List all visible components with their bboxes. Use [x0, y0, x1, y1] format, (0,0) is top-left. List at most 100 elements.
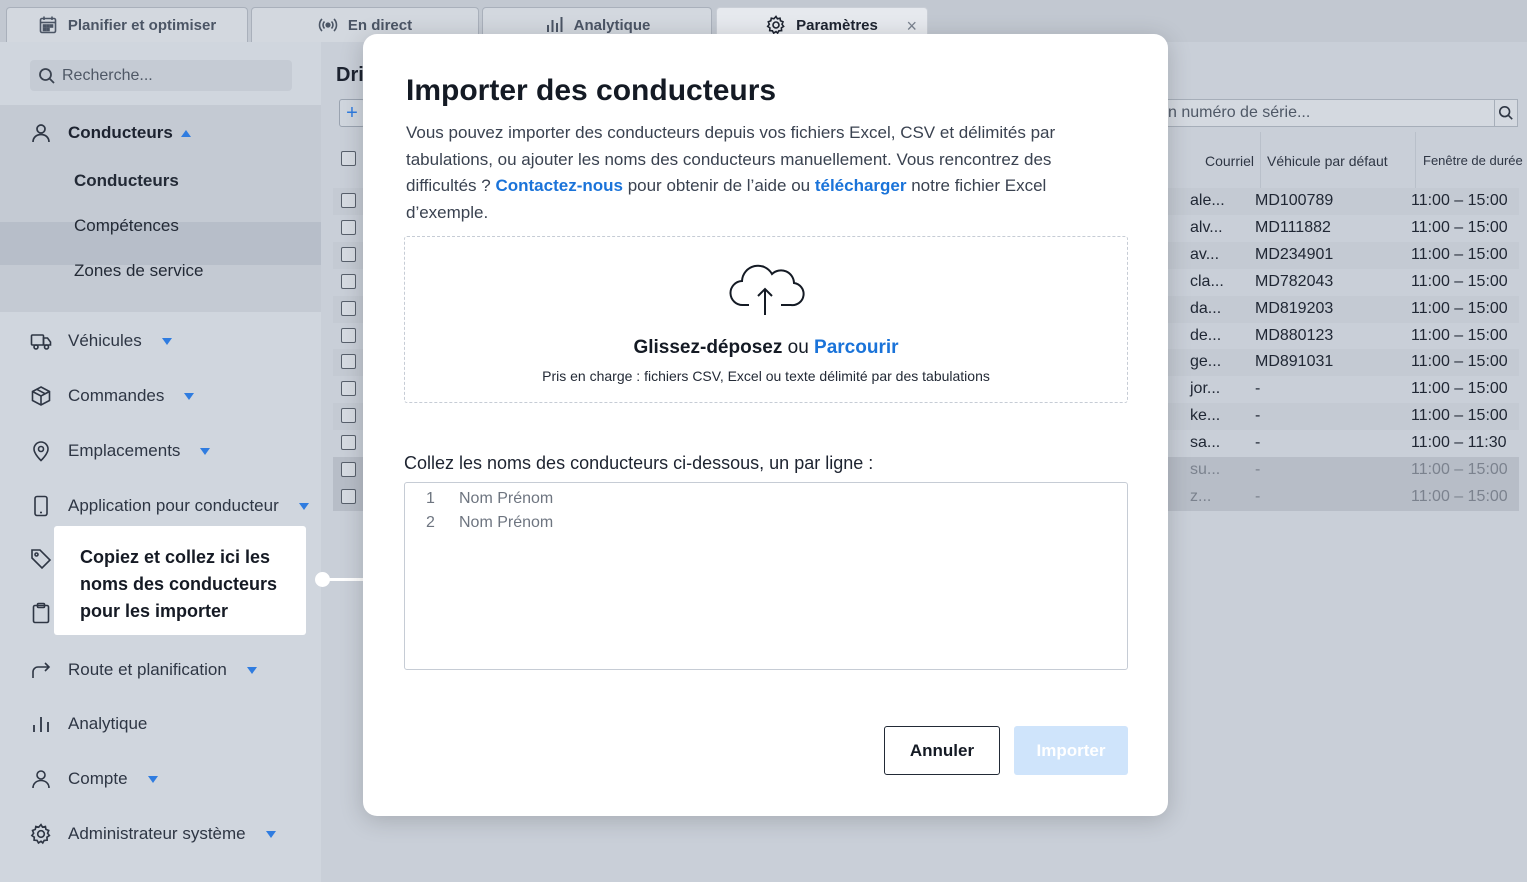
- row-checkbox[interactable]: [341, 381, 356, 397]
- vehicle-cell: -: [1255, 487, 1261, 505]
- row-checkbox[interactable]: [341, 488, 356, 504]
- import-drivers-dialog: Importer des conducteurs Vous pouvez imp…: [363, 34, 1168, 816]
- sidebar: Recherche... Conducteurs Conducteurs Com…: [0, 42, 321, 882]
- vehicle-cell: MD782043: [1255, 272, 1334, 290]
- row-checkbox[interactable]: [341, 408, 356, 424]
- sidebar-item-label: Analytique: [68, 714, 148, 733]
- row-checkbox[interactable]: [341, 246, 356, 262]
- time-window-cell: 11:00 – 15:00: [1411, 218, 1508, 236]
- row-checkbox[interactable]: [341, 219, 356, 235]
- caret-down-icon: [298, 502, 309, 510]
- sidebar-item-label: Véhicules: [68, 331, 142, 350]
- bar-chart-icon: [546, 17, 563, 32]
- tab-label: En direct: [347, 16, 413, 34]
- paste-hint-tooltip: Copiez et collez ici les noms des conduc…: [54, 526, 306, 635]
- row-checkbox[interactable]: [341, 273, 356, 289]
- vehicle-cell: MD891031: [1255, 353, 1334, 371]
- select-all-checkbox[interactable]: [341, 151, 356, 166]
- time-window-cell: 11:00 – 15:00: [1411, 461, 1508, 478]
- sidebar-item-label: Compte: [68, 769, 128, 788]
- sidebar-item-analytics[interactable]: Analytique: [30, 713, 147, 735]
- time-window-cell: 11:00 – 15:00: [1411, 353, 1508, 371]
- truck-icon: [30, 334, 52, 350]
- time-window-cell: 11:00 – 11:30: [1411, 434, 1507, 452]
- caret-down-icon: [147, 775, 158, 783]
- row-checkbox[interactable]: [341, 354, 356, 370]
- email-cell: jor...: [1190, 380, 1221, 398]
- row-checkbox[interactable]: [341, 327, 356, 343]
- vehicle-cell: -: [1255, 407, 1261, 425]
- dropzone-label: Glissez-déposez ou Parcourir: [405, 337, 1127, 359]
- column-header-email[interactable]: Courriel: [1205, 153, 1254, 169]
- or-label: ou: [782, 337, 815, 358]
- time-window-cell: 11:00 – 15:00: [1411, 487, 1508, 505]
- cancel-button[interactable]: Annuler: [884, 726, 1000, 775]
- tab-plan-optimize[interactable]: Planifier et optimiser: [6, 7, 248, 42]
- drag-drop-label: Glissez-déposez: [633, 337, 783, 358]
- email-cell: sa...: [1190, 434, 1221, 452]
- dialog-title: Importer des conducteurs: [406, 74, 777, 107]
- sidebar-item-drivers[interactable]: Conducteurs: [30, 122, 191, 144]
- description-text: pour obtenir de l’aide ou: [622, 176, 815, 195]
- sidebar-item-orders[interactable]: Commandes: [30, 385, 195, 407]
- import-button[interactable]: Importer: [1014, 726, 1128, 775]
- sidebar-sub-skills[interactable]: Compétences: [74, 216, 179, 236]
- browse-link[interactable]: Parcourir: [814, 337, 898, 358]
- tag-icon: [31, 549, 52, 570]
- row-checkbox[interactable]: [341, 462, 356, 477]
- serial-search-input[interactable]: n numéro de série...: [1163, 99, 1518, 127]
- sidebar-search-input[interactable]: Recherche...: [30, 60, 292, 91]
- row-checkbox[interactable]: [341, 193, 356, 208]
- tab-label: Planifier et optimiser: [67, 16, 217, 34]
- vehicle-cell: -: [1255, 380, 1261, 398]
- email-cell: su...: [1190, 461, 1221, 478]
- sidebar-item-driver-app[interactable]: Application pour conducteur: [30, 495, 309, 517]
- email-cell: alv...: [1190, 218, 1223, 236]
- column-separator: [1260, 132, 1261, 190]
- add-driver-button[interactable]: +: [339, 99, 365, 127]
- user-icon: [32, 124, 50, 143]
- email-cell: da...: [1190, 299, 1222, 317]
- download-link[interactable]: télécharger: [815, 176, 907, 195]
- row-checkbox[interactable]: [341, 435, 356, 451]
- line-placeholder: Nom Prénom: [459, 490, 554, 507]
- driver-names-textarea[interactable]: 1 Nom Prénom 2 Nom Prénom: [404, 482, 1128, 670]
- vehicle-cell: MD819203: [1255, 299, 1334, 317]
- vehicle-cell: MD111882: [1255, 218, 1331, 236]
- sidebar-item-clipboard[interactable]: [30, 602, 52, 624]
- time-window-cell: 11:00 – 15:00: [1411, 272, 1508, 290]
- caret-down-icon: [184, 392, 195, 400]
- time-window-cell: 11:00 – 15:00: [1411, 299, 1508, 317]
- sidebar-item-system-admin[interactable]: Administrateur système: [30, 823, 276, 845]
- row-checkbox[interactable]: [341, 300, 356, 316]
- line-placeholder: Nom Prénom: [459, 514, 554, 531]
- bar-chart-icon: [33, 717, 49, 732]
- email-cell: cla...: [1190, 272, 1224, 290]
- sidebar-item-locations[interactable]: Emplacements: [30, 440, 211, 462]
- sidebar-item-vehicles[interactable]: Véhicules: [30, 330, 172, 352]
- email-cell: ale...: [1190, 192, 1225, 209]
- sidebar-item-tags[interactable]: [30, 548, 52, 570]
- time-window-cell: 11:00 – 15:00: [1411, 407, 1508, 425]
- route-arrow-icon: [32, 662, 51, 678]
- sidebar-sub-drivers[interactable]: Conducteurs: [74, 171, 179, 191]
- vehicle-cell: MD880123: [1255, 326, 1334, 344]
- time-window-cell: 11:00 – 15:00: [1411, 245, 1508, 263]
- vehicle-cell: -: [1255, 461, 1261, 478]
- file-dropzone[interactable]: Glissez-déposez ou Parcourir Pris en cha…: [404, 236, 1128, 403]
- sidebar-item-account[interactable]: Compte: [30, 768, 158, 790]
- supported-formats: Pris en charge : fichiers CSV, Excel ou …: [542, 368, 990, 384]
- search-placeholder: Recherche...: [62, 66, 153, 84]
- search-button[interactable]: [1494, 99, 1518, 127]
- line-number: 2: [426, 514, 435, 531]
- sidebar-sub-service-zones[interactable]: Zones de service: [74, 261, 203, 281]
- paste-names-label: Collez les noms des conducteurs ci-desso…: [404, 453, 874, 473]
- column-header-time-window[interactable]: Fenêtre de durée: [1423, 153, 1523, 168]
- contact-us-link[interactable]: Contactez-nous: [495, 176, 623, 195]
- column-header-default-vehicle[interactable]: Véhicule par défaut: [1267, 153, 1388, 169]
- search-icon: [39, 67, 55, 84]
- cloud-upload-icon: [729, 264, 805, 315]
- sidebar-item-route-planning[interactable]: Route et planification: [30, 659, 257, 681]
- caret-down-icon: [265, 830, 276, 838]
- sidebar-item-label: Conducteurs: [68, 123, 173, 142]
